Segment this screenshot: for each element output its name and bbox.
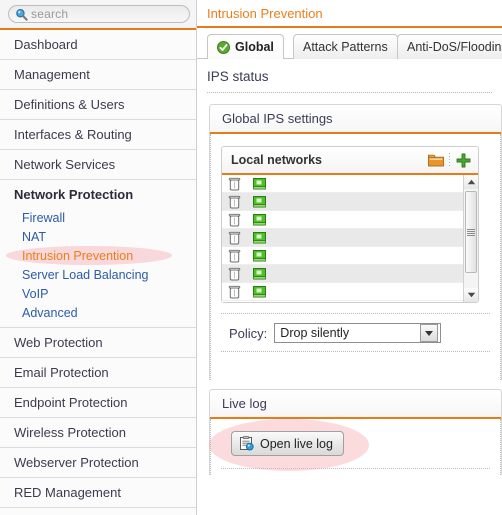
panel-global-ips-settings-title: Global IPS settings: [210, 105, 501, 132]
local-networks-header: Local networks: [222, 147, 478, 173]
sidebar-item-intrusion-prevention[interactable]: Intrusion Prevention: [0, 246, 196, 266]
network-interface-icon: [253, 249, 267, 262]
tab-anti-dos-flooding[interactable]: Anti-DoS/Flooding: [397, 34, 502, 59]
tab-bar: Global Attack Patterns Anti-DoS/Flooding: [197, 32, 502, 59]
sidebar-item-endpoint-protection[interactable]: Endpoint Protection: [0, 388, 196, 418]
trash-icon[interactable]: [228, 177, 241, 191]
tab-global[interactable]: Global: [207, 34, 284, 59]
table-row[interactable]: [222, 283, 478, 301]
trash-icon[interactable]: [228, 267, 241, 281]
sidebar-item-interfaces-routing[interactable]: Interfaces & Routing: [0, 120, 196, 150]
local-networks-title: Local networks: [231, 153, 322, 167]
local-networks-listbox: Local networks: [221, 146, 479, 303]
trash-icon[interactable]: [228, 285, 241, 299]
panel-spacer: [221, 352, 490, 370]
live-log-icon: [239, 436, 254, 451]
table-row[interactable]: [222, 175, 478, 193]
chevron-down-icon[interactable]: [420, 324, 439, 342]
sidebar-item-dashboard[interactable]: Dashboard: [0, 30, 196, 60]
title-separator: [207, 92, 492, 93]
tab-attack-patterns[interactable]: Attack Patterns: [293, 34, 398, 59]
trash-icon[interactable]: [228, 231, 241, 245]
network-interface-icon: [253, 195, 267, 208]
sidebar-item-network-protection[interactable]: Network Protection: [0, 180, 196, 209]
network-interface-icon: [253, 285, 267, 298]
policy-separator-top: [221, 313, 490, 314]
tab-attack-patterns-label: Attack Patterns: [303, 40, 388, 54]
network-interface-icon: [253, 213, 267, 226]
sidebar-nav: Dashboard Management Definitions & Users…: [0, 30, 196, 209]
panel-live-log-body: Open live log: [209, 419, 501, 475]
content-accent-rule: [197, 26, 502, 28]
trash-icon[interactable]: [228, 213, 241, 227]
listbox-scrollbar[interactable]: [463, 175, 478, 302]
network-interface-icon: [253, 177, 267, 190]
sidebar-item-site-to-site-vpn[interactable]: Site-to-site VPN: [0, 508, 196, 515]
table-row[interactable]: [222, 265, 478, 283]
table-row[interactable]: [222, 247, 478, 265]
sidebar: search Dashboard Management Definitions …: [0, 0, 197, 515]
toolbar-divider: [449, 152, 450, 168]
sidebar-item-nat[interactable]: NAT: [0, 228, 196, 247]
network-interface-icon: [253, 267, 267, 280]
policy-label: Policy:: [229, 325, 268, 341]
search-bar: search: [0, 0, 196, 28]
sidebar-item-definitions-users[interactable]: Definitions & Users: [0, 90, 196, 120]
sidebar-item-advanced[interactable]: Advanced: [0, 304, 196, 323]
open-live-log-label: Open live log: [260, 436, 333, 451]
trash-icon[interactable]: [228, 249, 241, 263]
tab-global-label: Global: [235, 40, 274, 54]
sidebar-item-intrusion-prevention-label: Intrusion Prevention: [22, 249, 134, 263]
sidebar-item-server-load-balancing[interactable]: Server Load Balancing: [0, 266, 196, 285]
page-title: IPS status: [207, 69, 269, 84]
table-row[interactable]: [222, 211, 478, 229]
trash-icon[interactable]: [228, 195, 241, 209]
panel-global-ips-settings: Global IPS settings Local networks Polic…: [209, 104, 502, 380]
policy-row: Policy: Drop silently: [229, 323, 490, 343]
panel-live-log-title: Live log: [210, 390, 501, 417]
search-placeholder: search: [31, 7, 69, 21]
green-check-icon: [217, 40, 230, 54]
sidebar-item-email-protection[interactable]: Email Protection: [0, 358, 196, 388]
sidebar-item-firewall[interactable]: Firewall: [0, 209, 196, 228]
panel-global-ips-settings-body: Local networks Policy: Drop silently: [210, 134, 501, 380]
sidebar-item-management[interactable]: Management: [0, 60, 196, 90]
grip-icon: [467, 228, 475, 236]
main-content: Intrusion Prevention Global Attack Patte…: [197, 0, 502, 515]
scrollbar-thumb[interactable]: [465, 191, 477, 273]
sidebar-nav-lower: Web Protection Email Protection Endpoint…: [0, 328, 196, 515]
policy-select[interactable]: Drop silently: [274, 323, 442, 343]
open-live-log-button[interactable]: Open live log: [231, 431, 344, 456]
panel-live-log: Live log Open live log: [209, 389, 502, 475]
scroll-up-icon[interactable]: [464, 175, 478, 189]
sidebar-item-web-protection[interactable]: Web Protection: [0, 328, 196, 358]
sidebar-item-wireless-protection[interactable]: Wireless Protection: [0, 418, 196, 448]
open-live-log-wrap: Open live log: [209, 419, 369, 471]
sidebar-item-voip[interactable]: VoIP: [0, 285, 196, 304]
breadcrumb: Intrusion Prevention: [197, 0, 502, 26]
network-interface-icon: [253, 231, 267, 244]
policy-select-value: Drop silently: [280, 326, 350, 340]
search-icon: [15, 8, 28, 21]
sophos-utm-webadmin-window: search Dashboard Management Definitions …: [0, 0, 502, 515]
table-row[interactable]: [222, 193, 478, 211]
sidebar-item-network-services[interactable]: Network Services: [0, 150, 196, 180]
sidebar-subnav-network-protection: Firewall NAT Intrusion Prevention Server…: [0, 209, 196, 328]
folder-icon[interactable]: [427, 152, 445, 168]
sidebar-item-red-management[interactable]: RED Management: [0, 478, 196, 508]
plus-icon[interactable]: [454, 152, 472, 168]
sidebar-item-webserver-protection[interactable]: Webserver Protection: [0, 448, 196, 478]
panel-live-log-bottom-separator: [221, 468, 490, 469]
table-row[interactable]: [222, 229, 478, 247]
tab-anti-dos-flooding-label: Anti-DoS/Flooding: [407, 40, 502, 54]
local-networks-rows: [222, 175, 478, 302]
scroll-down-icon[interactable]: [464, 288, 478, 302]
search-input[interactable]: search: [8, 5, 190, 23]
breadcrumb-label: Intrusion Prevention: [207, 5, 323, 21]
